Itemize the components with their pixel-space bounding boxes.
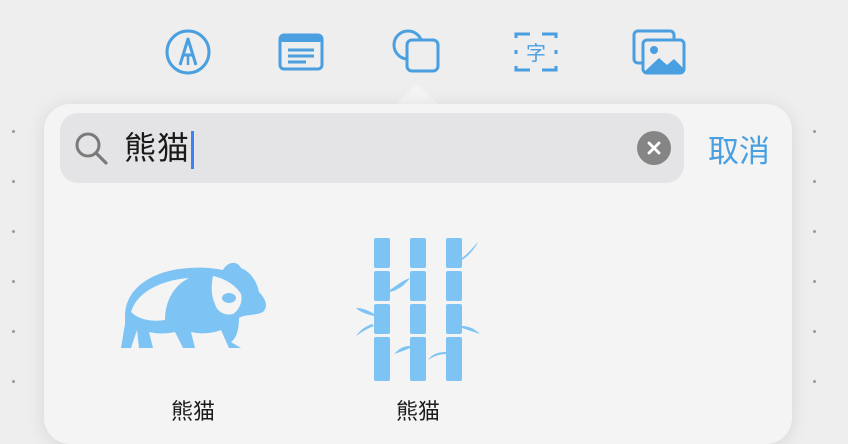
clear-search-button[interactable] [637,131,671,165]
close-icon [647,141,661,155]
search-icon [72,129,112,173]
shapes-tool-button[interactable] [387,24,443,80]
search-input-value: 熊猫 [124,129,191,167]
photos-icon [632,29,686,75]
cancel-button[interactable]: 取消 [708,126,770,171]
draw-tool-button[interactable] [160,24,216,80]
text-caret [191,131,195,169]
text-frame-tool-button[interactable]: 字 [508,24,564,80]
shapes-icon [392,29,440,73]
text-frame-zi-icon: 字 [514,32,558,72]
search-bar[interactable]: 熊猫 [60,113,684,183]
popover-arrow [395,84,439,105]
shape-result-label: 熊猫 [395,400,440,425]
pen-nib-circle-icon [165,29,211,75]
search-input[interactable]: 熊猫 [124,127,195,169]
bamboo-icon [328,228,508,388]
text-box-icon [278,33,324,71]
panda-icon [103,228,283,388]
left-dot-guide [12,130,16,430]
right-dot-guide [813,130,817,430]
text-box-tool-button[interactable] [273,24,329,80]
shape-result-label: 熊猫 [170,400,215,425]
svg-text:字: 字 [526,41,546,65]
images-tool-button[interactable] [631,24,687,80]
